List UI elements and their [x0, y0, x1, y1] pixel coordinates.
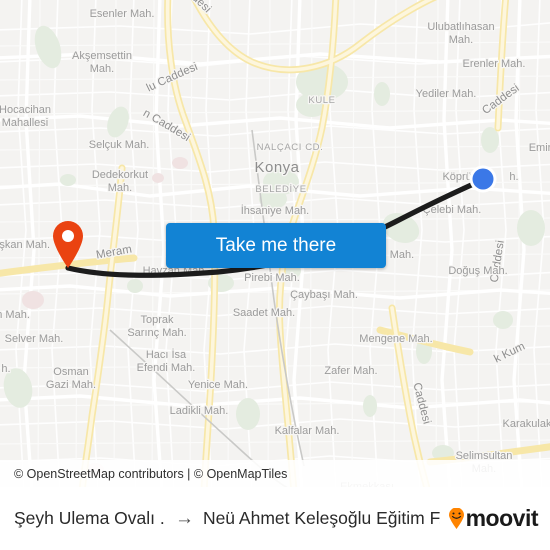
place-label: BELEDİYE: [255, 184, 306, 195]
place-label: Mah.: [390, 249, 414, 261]
place-label: Erenler Mah.: [463, 58, 526, 70]
place-label: Selver Mah.: [5, 333, 64, 345]
place-label: Pirebi Mah.: [244, 272, 300, 284]
place-label: Ladikli Mah.: [170, 405, 229, 417]
place-label: Dedekorkut: [92, 169, 148, 181]
place-label: Mah.: [108, 182, 132, 194]
place-label: Sarınç Mah.: [127, 327, 186, 339]
map-attribution: © OpenStreetMap contributors | © OpenMap…: [0, 460, 550, 487]
moovit-logo[interactable]: moovit: [448, 505, 539, 531]
place-label: Mengene Mah.: [359, 333, 432, 345]
place-label: İhsaniye Mah.: [241, 204, 309, 217]
place-label: Zafer Mah.: [324, 365, 377, 377]
place-label: an Mah.: [0, 309, 30, 321]
attribution-text: © OpenStreetMap contributors | © OpenMap…: [14, 466, 288, 481]
moovit-trip-screen: Çevre Yolu Caddesi n Caddesi Şefik Can C…: [0, 0, 550, 550]
take-me-there-button[interactable]: Take me there: [166, 223, 386, 268]
place-label: Toprak: [140, 314, 174, 326]
place-label: Esenler Mah.: [90, 8, 155, 20]
take-me-there-label: Take me there: [215, 234, 337, 256]
trip-footer: Şeyh Ulema Ovalı ... → Neü Ahmet Keleşoğ…: [0, 487, 550, 550]
place-label: Emir: [529, 142, 550, 154]
place-label: Doğuş Mah.: [448, 265, 507, 277]
destination-dot[interactable]: [469, 165, 497, 193]
moovit-pin-icon: [448, 508, 464, 529]
place-label: Hocacihan: [0, 104, 51, 116]
place-label: Yediler Mah.: [416, 88, 477, 100]
place-label: NALÇACI CD.: [257, 142, 324, 153]
place-label: Mahallesi: [2, 117, 48, 129]
trip-destination-label: Neü Ahmet Keleşoğlu Eğitim F...: [202, 508, 440, 528]
place-label: Mah.: [90, 63, 114, 75]
place-label: Başkan Mah.: [0, 239, 50, 251]
place-label: Akşemsettin: [72, 50, 132, 62]
place-label: h.: [509, 171, 518, 183]
place-label: Kalfalar Mah.: [275, 425, 340, 437]
place-label: Efendi Mah.: [137, 362, 196, 374]
trip-summary[interactable]: Şeyh Ulema Ovalı ... → Neü Ahmet Keleşoğ…: [14, 508, 440, 530]
place-label: h.: [1, 363, 10, 375]
place-label: Karakulak: [503, 418, 550, 430]
place-label: Ulubatlıhasan: [427, 21, 494, 33]
trip-origin-label: Şeyh Ulema Ovalı ...: [14, 508, 166, 528]
place-label: Osman: [53, 366, 88, 378]
place-label: Yenice Mah.: [188, 379, 248, 391]
place-label: Selçuk Mah.: [89, 139, 150, 151]
place-label: Çaybaşı Mah.: [290, 289, 358, 301]
place-label: Hacı İsa: [146, 348, 187, 361]
place-label: Saadet Mah.: [233, 307, 295, 319]
place-label: Mah.: [449, 34, 473, 46]
place-label: Konya: [254, 159, 299, 176]
place-label: Gazi Mah.: [46, 379, 96, 391]
moovit-wordmark: moovit: [465, 505, 539, 531]
place-label: KULE: [308, 95, 335, 106]
arrow-right-icon: →: [174, 507, 194, 529]
